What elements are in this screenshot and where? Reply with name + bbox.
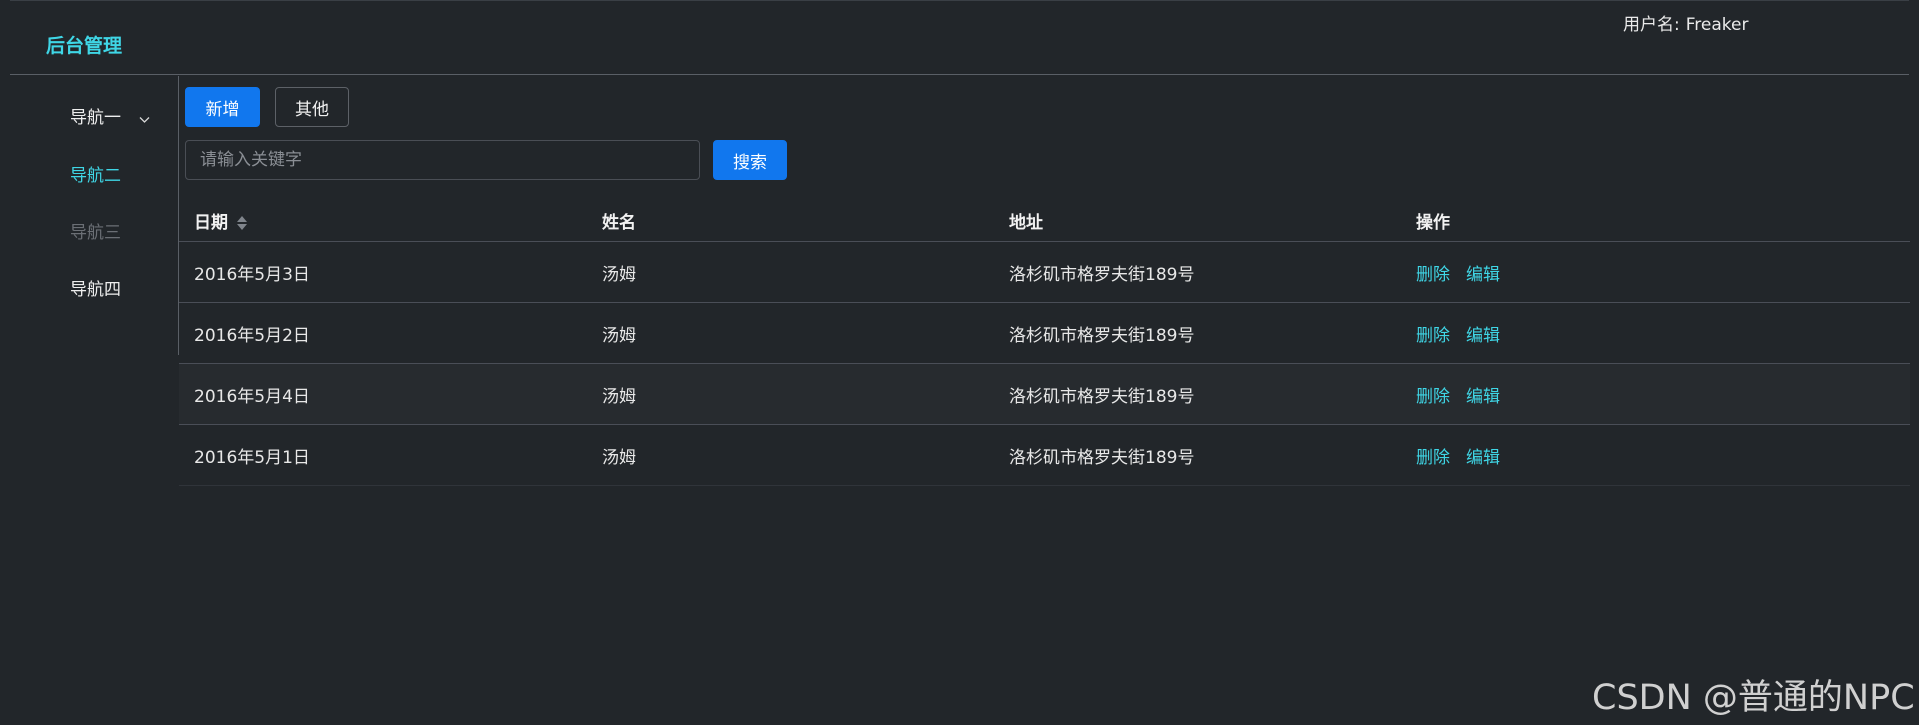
brand-title: 后台管理	[46, 35, 123, 57]
user-label: 用户名:	[1623, 15, 1680, 35]
delete-link[interactable]: 删除	[1416, 326, 1450, 346]
data-table: 日期 姓名 地址 操作 2016年5月3日 汤姆 洛杉矶市格罗夫街189号 删除…	[179, 199, 1910, 486]
user-info: 用户名: Freaker	[1623, 10, 1748, 35]
edit-link[interactable]: 编辑	[1466, 326, 1500, 346]
table-row: 2016年5月4日 汤姆 洛杉矶市格罗夫街189号 删除 编辑	[179, 364, 1910, 425]
cell-address: 洛杉矶市格罗夫街189号	[1009, 264, 1195, 285]
edit-link[interactable]: 编辑	[1466, 387, 1500, 407]
search-input[interactable]	[185, 140, 700, 180]
sidebar-nav: 导航一 导航二 导航三 导航四	[10, 76, 179, 355]
chevron-down-icon	[139, 110, 150, 123]
column-header-name: 姓名	[602, 212, 636, 233]
sidebar-item-label: 导航二	[70, 166, 121, 186]
cell-name: 汤姆	[602, 264, 636, 285]
delete-link[interactable]: 删除	[1416, 265, 1450, 285]
table-row: 2016年5月2日 汤姆 洛杉矶市格罗夫街189号 删除 编辑	[179, 303, 1910, 364]
table-header: 日期 姓名 地址 操作	[179, 199, 1910, 242]
cell-actions: 删除 编辑	[1416, 321, 1500, 346]
sidebar-item-nav-2[interactable]: 导航二	[70, 161, 121, 186]
cell-date: 2016年5月1日	[194, 447, 310, 468]
cell-date: 2016年5月2日	[194, 325, 310, 346]
cell-actions: 删除 编辑	[1416, 382, 1500, 407]
column-header-actions: 操作	[1416, 212, 1450, 233]
app-page: 后台管理 用户名:Freaker 导航一 导航二 导航三 导航四 新增 其他 搜…	[0, 0, 1919, 725]
sidebar-item-nav-1[interactable]: 导航一	[70, 103, 150, 128]
sidebar-item-label: 导航四	[70, 280, 121, 300]
table-row: 2016年5月3日 汤姆 洛杉矶市格罗夫街189号 删除 编辑	[179, 242, 1910, 303]
sidebar-item-nav-3: 导航三	[70, 218, 121, 243]
cell-date: 2016年5月3日	[194, 264, 310, 285]
cell-name: 汤姆	[602, 386, 636, 407]
add-button[interactable]: 新增	[185, 87, 260, 127]
delete-link[interactable]: 删除	[1416, 387, 1450, 407]
column-header-address: 地址	[1009, 212, 1043, 233]
cell-date: 2016年5月4日	[194, 386, 310, 407]
sidebar-item-label: 导航三	[70, 223, 121, 243]
column-header-date[interactable]: 日期	[194, 208, 248, 233]
cell-address: 洛杉矶市格罗夫街189号	[1009, 325, 1195, 346]
edit-link[interactable]: 编辑	[1466, 448, 1500, 468]
user-name: Freaker	[1685, 15, 1749, 35]
cell-name: 汤姆	[602, 447, 636, 468]
search-button[interactable]: 搜索	[713, 140, 787, 180]
cell-name: 汤姆	[602, 325, 636, 346]
sort-icon[interactable]	[236, 214, 248, 232]
top-header: 后台管理 用户名: Freaker	[10, 0, 1909, 75]
sidebar-item-nav-4[interactable]: 导航四	[70, 275, 121, 300]
cell-actions: 删除 编辑	[1416, 443, 1500, 468]
table-row: 2016年5月1日 汤姆 洛杉矶市格罗夫街189号 删除 编辑	[179, 425, 1910, 486]
other-button[interactable]: 其他	[275, 87, 349, 127]
column-header-label: 日期	[194, 212, 228, 233]
cell-address: 洛杉矶市格罗夫街189号	[1009, 447, 1195, 468]
sidebar-item-label: 导航一	[70, 108, 121, 128]
cell-address: 洛杉矶市格罗夫街189号	[1009, 386, 1195, 407]
cell-actions: 删除 编辑	[1416, 260, 1500, 285]
edit-link[interactable]: 编辑	[1466, 265, 1500, 285]
watermark: CSDN @普通的NPC	[1592, 678, 1915, 718]
delete-link[interactable]: 删除	[1416, 448, 1450, 468]
